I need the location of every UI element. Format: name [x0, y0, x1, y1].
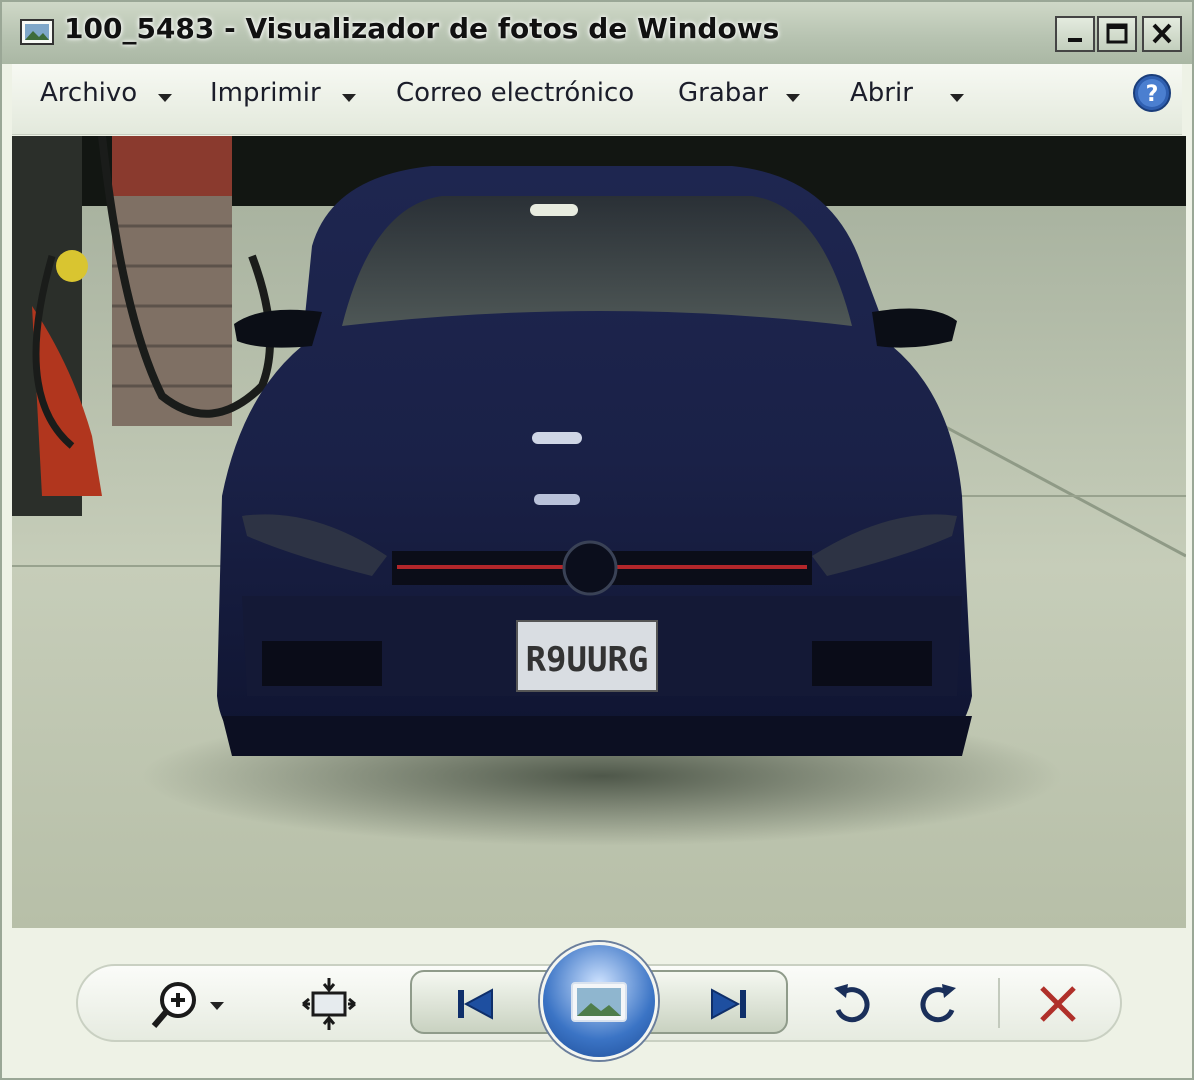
- svg-text:?: ?: [1146, 82, 1159, 107]
- title-bar[interactable]: 100_5483 - Visualizador de fotos de Wind…: [2, 2, 1192, 64]
- rotate-right-icon[interactable]: [916, 980, 960, 1028]
- close-button[interactable]: [1142, 16, 1182, 52]
- maximize-button[interactable]: [1097, 16, 1137, 52]
- minimize-icon: [1068, 38, 1082, 42]
- menu-abrir[interactable]: Abrir: [850, 78, 913, 108]
- menu-imprimir[interactable]: Imprimir: [210, 78, 321, 108]
- menu-correo-electronico[interactable]: Correo electrónico: [396, 78, 634, 108]
- slideshow-icon: [571, 982, 627, 1022]
- previous-icon[interactable]: [452, 984, 502, 1024]
- maximize-icon: [1106, 23, 1128, 44]
- license-plate-text: R9UURG: [526, 640, 649, 680]
- bottom-toolbar: [12, 928, 1186, 1078]
- car-photo: R9UURG: [12, 136, 1186, 928]
- chevron-down-icon[interactable]: [950, 94, 964, 102]
- menu-archivo[interactable]: Archivo: [40, 78, 137, 108]
- zoom-icon[interactable]: [150, 976, 230, 1032]
- photo-display[interactable]: R9UURG: [12, 136, 1186, 928]
- menu-bar: Archivo Imprimir Correo electrónico Grab…: [12, 64, 1182, 135]
- close-icon: [1152, 23, 1172, 44]
- chevron-down-icon[interactable]: [786, 94, 800, 102]
- toolbar-divider: [998, 978, 1000, 1028]
- window-title: 100_5483 - Visualizador de fotos de Wind…: [64, 12, 780, 45]
- slideshow-button[interactable]: [540, 942, 658, 1060]
- delete-icon[interactable]: [1036, 982, 1080, 1026]
- next-icon[interactable]: [702, 984, 752, 1024]
- photo-viewer-window: 100_5483 - Visualizador de fotos de Wind…: [0, 0, 1194, 1080]
- chevron-down-icon[interactable]: [342, 94, 356, 102]
- chevron-down-icon[interactable]: [158, 94, 172, 102]
- help-icon[interactable]: ?: [1132, 73, 1172, 113]
- photo-viewer-app-icon: [20, 19, 54, 45]
- menu-grabar[interactable]: Grabar: [678, 78, 768, 108]
- actual-size-icon[interactable]: [302, 976, 356, 1032]
- rotate-left-icon[interactable]: [830, 980, 874, 1028]
- minimize-button[interactable]: [1055, 16, 1095, 52]
